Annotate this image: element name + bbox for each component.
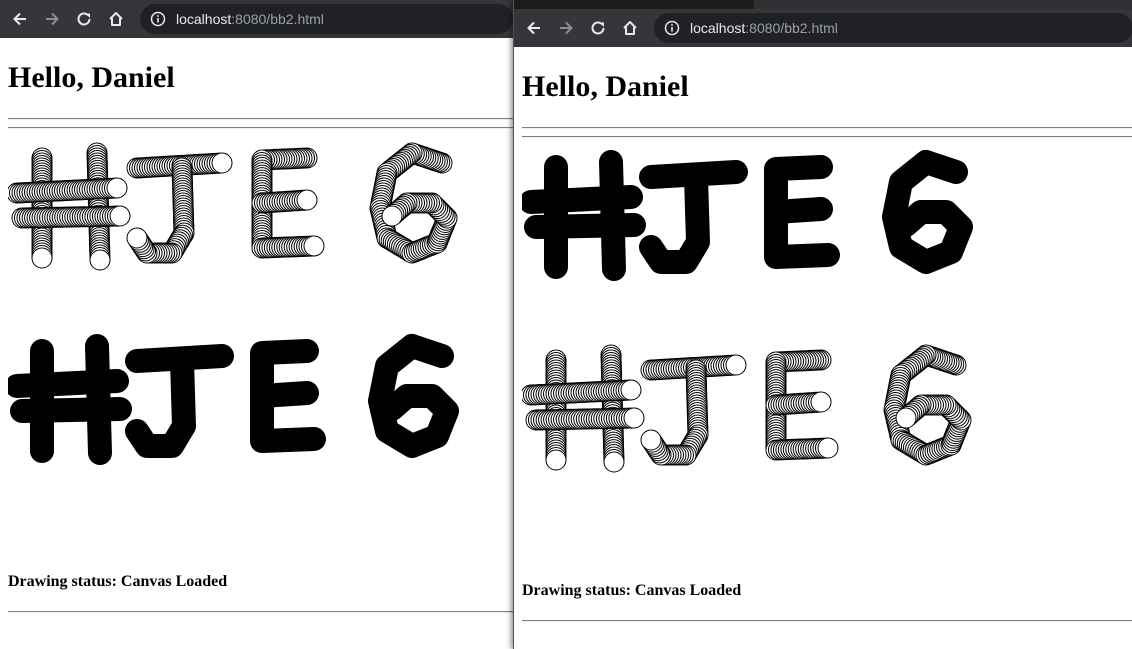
brush-circle [296, 189, 318, 211]
brush-stroke [764, 197, 833, 224]
arrow-left-icon [527, 21, 540, 35]
brush-stroke [10, 397, 132, 423]
circle-drawing [8, 142, 458, 271]
divider [8, 127, 513, 129]
brush-circle [89, 249, 111, 271]
brush-circle [381, 205, 403, 227]
glyph-e [251, 147, 325, 259]
drawing-canvas[interactable] [522, 145, 1012, 565]
arrow-right-icon [560, 21, 573, 35]
brush-circle [126, 227, 148, 249]
glyph-hash [522, 150, 646, 281]
divider [522, 127, 1132, 129]
brush-circle [31, 247, 53, 269]
brush-stroke [368, 334, 459, 458]
status-label: Drawing status: [8, 573, 117, 590]
glyph-j [125, 344, 234, 458]
glyph-e [250, 339, 326, 453]
drawing-canvas[interactable] [8, 136, 498, 556]
glyph-6 [882, 150, 973, 274]
glyph-e [765, 349, 839, 461]
home-button[interactable] [614, 9, 646, 47]
url-host: localhost [176, 11, 232, 27]
solid-drawing [8, 334, 459, 465]
reload-icon [591, 21, 605, 35]
divider [522, 620, 1132, 622]
address-bar[interactable]: localhost:8080/bb2.html [654, 13, 1132, 43]
drawing-status: Drawing status: Canvas Loaded [8, 573, 227, 591]
url-path: :8080/bb2.html [745, 20, 838, 36]
brush-circle [725, 354, 747, 376]
reload-icon [77, 12, 91, 26]
brush-circle [106, 177, 128, 199]
glyph-6 [368, 334, 459, 458]
forward-button[interactable] [36, 0, 68, 38]
divider [8, 118, 513, 120]
brush-circle [623, 407, 645, 429]
info-icon[interactable] [664, 20, 680, 36]
url-path: :8080/bb2.html [231, 11, 324, 27]
arrow-left-icon [13, 12, 26, 26]
brush-stroke [250, 381, 319, 408]
brush-stroke [524, 213, 646, 239]
brush-circle [109, 205, 131, 227]
glyph-e [764, 155, 840, 269]
glyph-j [639, 160, 748, 274]
drawing-status: Drawing status: Canvas Loaded [522, 582, 741, 600]
back-button[interactable] [4, 0, 36, 38]
address-bar[interactable]: localhost:8080/bb2.html [140, 4, 513, 34]
brush-stroke [8, 369, 129, 398]
glyph-j [126, 152, 233, 264]
brush-stroke [882, 150, 973, 274]
forward-button[interactable] [550, 9, 582, 47]
arrow-right-icon [46, 12, 59, 26]
divider [522, 136, 1132, 138]
brush-circle [545, 449, 567, 471]
browser-toolbar: localhost:8080/bb2.html [0, 0, 513, 38]
glyph-6 [883, 344, 972, 466]
reload-button[interactable] [582, 9, 614, 47]
reload-button[interactable] [68, 0, 100, 38]
home-icon [109, 12, 123, 26]
browser-toolbar: localhost:8080/bb2.html [514, 9, 1132, 47]
browser-window-right: localhost:8080/bb2.html Hello, Daniel Dr… [513, 0, 1132, 649]
solid-drawing [522, 150, 973, 281]
back-button[interactable] [518, 9, 550, 47]
url-host: localhost [690, 20, 746, 36]
status-value: Canvas Loaded [120, 573, 228, 590]
brush-circle [817, 437, 839, 459]
glyph-6 [369, 142, 458, 264]
info-icon[interactable] [150, 11, 166, 27]
status-label: Drawing status: [522, 582, 631, 599]
brush-circle [303, 235, 325, 257]
status-value: Canvas Loaded [634, 582, 742, 599]
brush-circle [640, 429, 662, 451]
brush-circle [810, 391, 832, 413]
brush-circle [895, 407, 917, 429]
brush-circle [603, 451, 625, 473]
browser-window-left: localhost:8080/bb2.html Hello, Daniel Dr… [0, 0, 513, 649]
page-heading: Hello, Daniel [522, 70, 689, 103]
brush-stroke [125, 349, 196, 458]
page-heading: Hello, Daniel [8, 61, 175, 94]
home-button[interactable] [100, 0, 132, 38]
glyph-hash [8, 334, 132, 465]
home-icon [623, 21, 637, 35]
brush-circle [211, 152, 233, 174]
brush-stroke [522, 185, 643, 214]
brush-stroke [639, 165, 710, 274]
circle-drawing [522, 344, 972, 473]
divider [8, 611, 513, 613]
glyph-hash [8, 142, 131, 271]
glyph-j [640, 354, 747, 466]
glyph-hash [522, 344, 645, 473]
brush-circle [620, 379, 642, 401]
